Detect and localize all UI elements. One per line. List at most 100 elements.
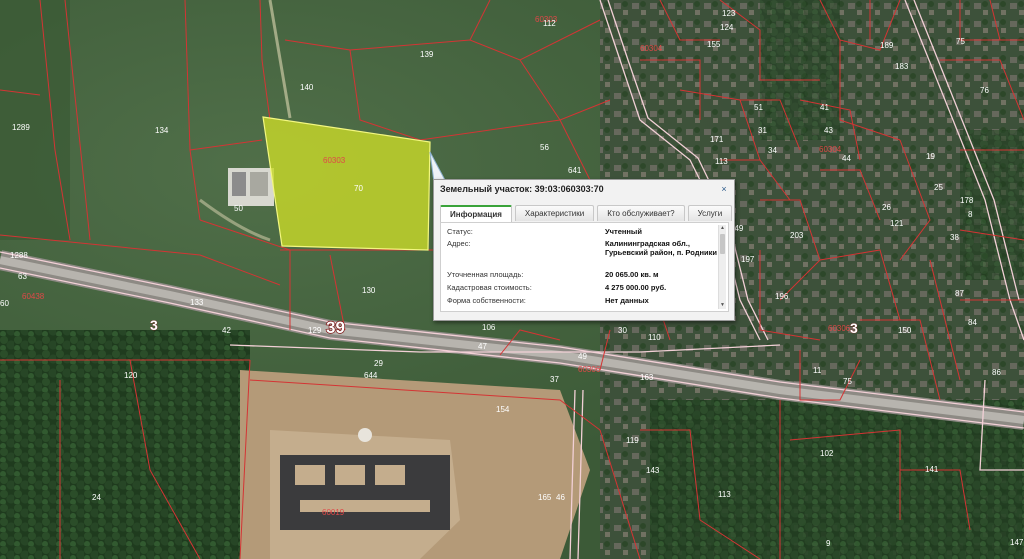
parcel-number-label: 155: [707, 40, 721, 49]
parcel-number-label: 150: [898, 326, 912, 335]
parcel-number-label: 129: [308, 326, 322, 335]
info-key: Форма собственности:: [447, 296, 526, 305]
info-value: Калининградская обл., Гурьевский район, …: [605, 239, 717, 257]
parcel-number-label: 43: [824, 126, 833, 135]
info-key: Статус:: [447, 227, 473, 236]
parcel-number-label: 113: [718, 490, 731, 499]
parcel-number-label: 134: [155, 126, 169, 135]
parcel-number-label: 163: [640, 373, 654, 382]
tab-services[interactable]: Услуги: [687, 205, 733, 221]
quarter-label: 60019: [322, 508, 345, 517]
parcel-number-label: 183: [895, 62, 909, 71]
info-value: Учтенный: [605, 227, 642, 236]
quarter-label-highlight: 60303: [323, 156, 346, 165]
parcel-number-label: 30: [618, 326, 627, 335]
close-icon[interactable]: ×: [719, 184, 729, 194]
parcel-number-label: 38: [950, 233, 959, 242]
parcel-number-label: 133: [190, 298, 204, 307]
parcel-number-label: 29: [374, 359, 383, 368]
parcel-number-label: 51: [754, 103, 763, 112]
parcel-number-label: 56: [540, 143, 549, 152]
tab-characteristics[interactable]: Характеристики: [514, 205, 595, 221]
quarter-label: 60306: [578, 365, 601, 374]
parcel-number-label: 147: [1010, 538, 1024, 547]
parcel-number-label: 44: [842, 154, 851, 163]
info-key: Кадастровая стоимость:: [447, 283, 532, 292]
parcel-number-label: 123: [722, 9, 736, 18]
parcel-number-label: 644: [364, 371, 378, 380]
popup-tabs: Информация Характеристики Кто обслуживае…: [440, 205, 733, 222]
parcel-number-label: 196: [775, 292, 789, 301]
tab-who-serves[interactable]: Кто обслуживает?: [597, 205, 685, 221]
quarter-label: 60306: [828, 324, 851, 333]
parcel-number-label: 143: [646, 466, 660, 475]
road-number-label: 39: [326, 318, 345, 337]
parcel-number-label: 11: [813, 366, 822, 375]
parcel-number-label: 189: [880, 41, 894, 50]
parcel-number-label: 50: [234, 204, 243, 213]
parcel-number-label: 37: [550, 375, 559, 384]
parcel-number-label: 31: [758, 126, 767, 135]
parcel-number-label: 84: [968, 318, 977, 327]
parcel-number-label: 121: [890, 219, 904, 228]
chevron-down-icon[interactable]: ▼: [719, 302, 726, 309]
parcel-number-label: 86: [992, 368, 1001, 377]
parcel-number-label: 141: [925, 465, 939, 474]
parcel-number-label: 8: [968, 210, 973, 219]
tab-info[interactable]: Информация: [440, 205, 512, 222]
info-value: 20 065.00 кв. м: [605, 270, 659, 279]
parcel-number-label: 63: [18, 272, 27, 281]
parcel-number-label: 110: [648, 333, 661, 342]
road-number-label: 3: [150, 317, 158, 333]
parcel-number-label: 113: [715, 157, 728, 166]
parcel-number-label: 87: [955, 289, 964, 298]
parcel-number-label: 120: [124, 371, 138, 380]
parcel-info-popup[interactable]: Земельный участок: 39:03:060303:70 × Инф…: [433, 179, 735, 321]
parcel-number-label: 1289: [12, 123, 30, 132]
parcel-number-label: 19: [926, 152, 935, 161]
popup-scrollbar[interactable]: ▲ ▼: [718, 225, 726, 309]
quarter-label: 60304: [819, 145, 842, 154]
road-number-label: 3: [850, 320, 858, 336]
parcel-number-label: 49: [578, 352, 587, 361]
quarter-label: 60304: [640, 44, 663, 53]
parcel-number-label: 106: [482, 323, 496, 332]
parcel-number-label: 1288: [10, 251, 28, 260]
parcel-number-label: 171: [710, 135, 724, 144]
parcel-number-label: 641: [568, 166, 582, 175]
parcel-number-label: 26: [882, 203, 891, 212]
parcel-number-label: 124: [720, 23, 734, 32]
parcel-number-label: 130: [362, 286, 376, 295]
parcel-number-label: 41: [820, 103, 829, 112]
parcel-number-label: 203: [790, 231, 804, 240]
parcel-number-label: 34: [768, 146, 777, 155]
parcel-number-label: 76: [980, 86, 989, 95]
info-key: Уточненная площадь:: [447, 270, 524, 279]
parcel-number-label: 25: [934, 183, 943, 192]
parcel-number-label: 60: [0, 299, 9, 308]
popup-title: Земельный участок: 39:03:060303:70: [440, 184, 604, 194]
parcel-number-label: 9: [826, 539, 831, 548]
info-value: 4 275 000.00 руб.: [605, 283, 667, 292]
parcel-number-label: 42: [222, 326, 231, 335]
chevron-up-icon[interactable]: ▲: [719, 225, 726, 232]
parcel-number-label: 75: [956, 37, 965, 46]
parcel-number-label: 24: [92, 493, 101, 502]
parcel-number-label: 178: [960, 196, 974, 205]
parcel-number-label: 46: [556, 493, 565, 502]
popup-info-table: Статус: Учтенный Адрес: Калининградская …: [440, 222, 729, 312]
info-value: Нет данных: [605, 296, 649, 305]
parcel-number-label: 75: [843, 377, 852, 386]
parcel-number-label: 154: [496, 405, 510, 414]
parcel-number-label: 165: [538, 493, 552, 502]
parcel-label-highlight: 70: [354, 184, 363, 193]
scroll-thumb[interactable]: [720, 234, 725, 254]
parcel-number-label: 102: [820, 449, 834, 458]
parcel-number-label: 47: [478, 342, 487, 351]
parcel-number-label: 197: [741, 255, 755, 264]
parcel-number-label: 139: [420, 50, 434, 59]
parcel-number-label: 119: [626, 436, 639, 445]
aerial-map[interactable]: 60303 70 39 3 3 60304 60304 60306 60306 …: [0, 0, 1024, 559]
parcel-number-label: 140: [300, 83, 314, 92]
info-key: Адрес:: [447, 239, 471, 248]
